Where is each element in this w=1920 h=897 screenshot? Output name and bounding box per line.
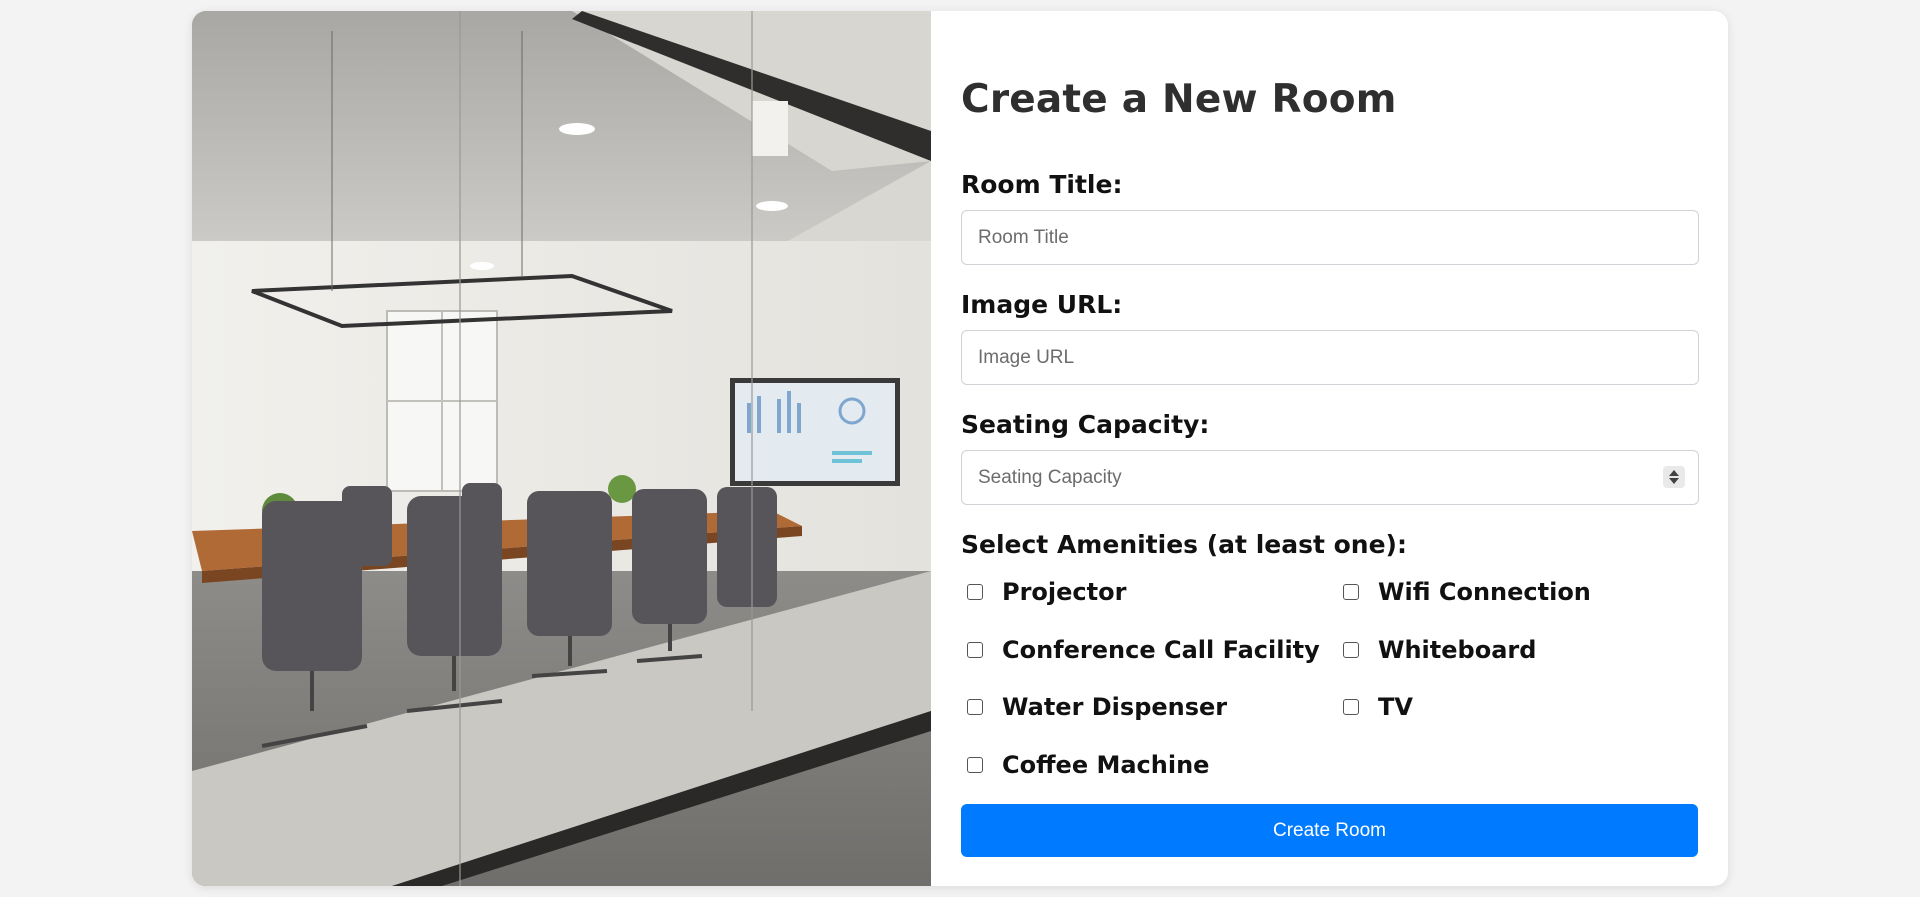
amenity-tv[interactable]: TV <box>1343 693 1413 721</box>
conference-room-image <box>192 11 931 886</box>
amenity-label: Water Dispenser <box>1002 693 1228 721</box>
projector-checkbox[interactable] <box>967 584 983 600</box>
seating-capacity-field <box>961 450 1699 505</box>
room-title-label: Room Title: <box>961 170 1123 199</box>
coffee-machine-checkbox[interactable] <box>967 757 983 773</box>
amenity-label: TV <box>1378 693 1413 721</box>
amenity-water-dispenser[interactable]: Water Dispenser <box>967 693 1227 721</box>
room-title-input[interactable] <box>961 210 1699 265</box>
create-room-card: Create a New Room Room Title: Image URL:… <box>192 11 1728 886</box>
amenity-label: Projector <box>1002 578 1127 606</box>
page-title: Create a New Room <box>961 77 1397 122</box>
seating-capacity-label: Seating Capacity: <box>961 410 1210 439</box>
amenity-label: Conference Call Facility <box>1002 636 1320 664</box>
amenity-label: Coffee Machine <box>1002 751 1210 779</box>
room-form: Create a New Room Room Title: Image URL:… <box>931 11 1728 886</box>
amenity-conference-call-facility[interactable]: Conference Call Facility <box>967 636 1320 664</box>
amenity-label: Whiteboard <box>1378 636 1537 664</box>
conference-call-facility-checkbox[interactable] <box>967 642 983 658</box>
whiteboard-checkbox[interactable] <box>1343 642 1359 658</box>
image-url-input[interactable] <box>961 330 1699 385</box>
seating-capacity-input[interactable] <box>961 450 1699 505</box>
wifi-connection-checkbox[interactable] <box>1343 584 1359 600</box>
amenity-whiteboard[interactable]: Whiteboard <box>1343 636 1536 664</box>
amenity-label: Wifi Connection <box>1378 578 1591 606</box>
water-dispenser-checkbox[interactable] <box>967 699 983 715</box>
spinner-icon[interactable] <box>1663 466 1685 488</box>
image-url-label: Image URL: <box>961 290 1123 319</box>
amenity-coffee-machine[interactable]: Coffee Machine <box>967 751 1209 779</box>
tv-checkbox[interactable] <box>1343 699 1359 715</box>
amenity-wifi-connection[interactable]: Wifi Connection <box>1343 578 1591 606</box>
amenity-projector[interactable]: Projector <box>967 578 1126 606</box>
amenities-label: Select Amenities (at least one): <box>961 530 1407 559</box>
create-room-button[interactable]: Create Room <box>961 804 1698 857</box>
